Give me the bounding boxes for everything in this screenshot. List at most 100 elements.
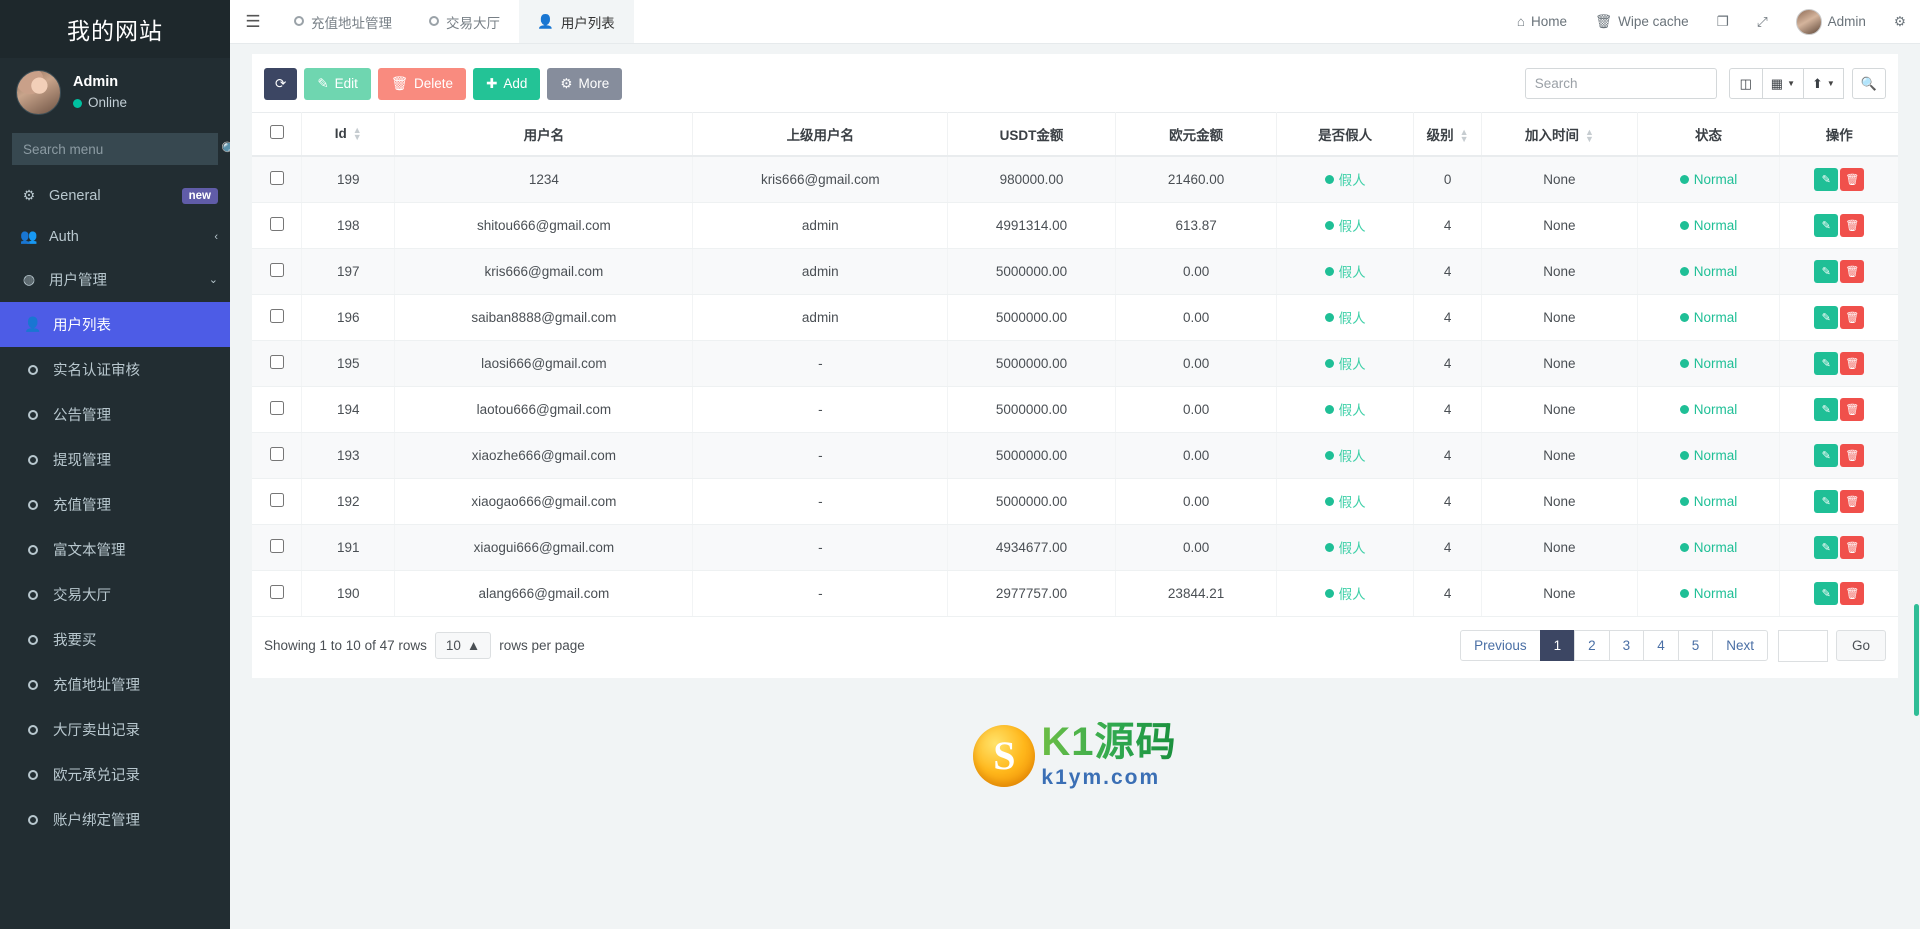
cell-actions[interactable]: ✎🗑 — [1780, 248, 1898, 294]
row-edit-button[interactable]: ✎ — [1814, 214, 1838, 237]
row-checkbox[interactable] — [270, 309, 284, 323]
cell-actions[interactable]: ✎🗑 — [1780, 202, 1898, 248]
select-all-checkbox[interactable] — [270, 125, 284, 139]
search-icon[interactable]: 🔍 — [210, 141, 230, 158]
tab-1[interactable]: 交易大厅 — [411, 0, 519, 43]
sort-icon[interactable]: ▲▼ — [1585, 129, 1594, 143]
row-checkbox[interactable] — [270, 171, 284, 185]
row-checkbox[interactable] — [270, 585, 284, 599]
sidebar-item-0[interactable]: ⚙Generalnew — [0, 175, 230, 216]
page-button-5[interactable]: 5 — [1678, 630, 1714, 661]
row-edit-button[interactable]: ✎ — [1814, 168, 1838, 191]
vertical-scrollbar[interactable] — [1913, 44, 1920, 929]
row-delete-button[interactable]: 🗑 — [1840, 582, 1864, 605]
table-row[interactable]: 1991234kris666@gmail.com980000.0021460.0… — [252, 156, 1898, 203]
cell-check[interactable] — [252, 248, 302, 294]
sidebar-item-3[interactable]: 👤用户列表 — [0, 302, 230, 347]
cell-check[interactable] — [252, 570, 302, 616]
row-delete-button[interactable]: 🗑 — [1840, 536, 1864, 559]
cell-actions[interactable]: ✎🗑 — [1780, 478, 1898, 524]
sidebar-item-1[interactable]: 👥Auth‹ — [0, 216, 230, 257]
cell-check[interactable] — [252, 524, 302, 570]
col-header-joined[interactable]: 加入时间▲▼ — [1482, 112, 1637, 156]
delete-button[interactable]: 🗑 Delete — [378, 68, 466, 100]
sidebar-item-12[interactable]: 大厅卖出记录 — [0, 707, 230, 752]
table-row[interactable]: 195laosi666@gmail.com-5000000.000.00假人4N… — [252, 340, 1898, 386]
hamburger-icon[interactable]: ☰ — [230, 0, 276, 43]
search-input[interactable] — [1525, 68, 1717, 99]
row-checkbox[interactable] — [270, 447, 284, 461]
sidebar-item-5[interactable]: 公告管理 — [0, 392, 230, 437]
row-delete-button[interactable]: 🗑 — [1840, 444, 1864, 467]
row-delete-button[interactable]: 🗑 — [1840, 352, 1864, 375]
row-edit-button[interactable]: ✎ — [1814, 490, 1838, 513]
cell-actions[interactable]: ✎🗑 — [1780, 432, 1898, 478]
cell-check[interactable] — [252, 432, 302, 478]
table-row[interactable]: 196saiban8888@gmail.comadmin5000000.000.… — [252, 294, 1898, 340]
row-delete-button[interactable]: 🗑 — [1840, 306, 1864, 329]
cell-check[interactable] — [252, 340, 302, 386]
row-delete-button[interactable]: 🗑 — [1840, 260, 1864, 283]
row-edit-button[interactable]: ✎ — [1814, 398, 1838, 421]
page-button-2[interactable]: 2 — [1574, 630, 1610, 661]
row-delete-button[interactable]: 🗑 — [1840, 168, 1864, 191]
cell-actions[interactable]: ✎🗑 — [1780, 294, 1898, 340]
col-header-id[interactable]: Id▲▼ — [302, 112, 395, 156]
page-button-next[interactable]: Next — [1712, 630, 1768, 661]
cell-check[interactable] — [252, 156, 302, 203]
col-header-level[interactable]: 级别▲▼ — [1413, 112, 1481, 156]
sidebar-item-6[interactable]: 提现管理 — [0, 437, 230, 482]
page-button-3[interactable]: 3 — [1609, 630, 1645, 661]
tab-2[interactable]: 👤用户列表 — [519, 0, 634, 43]
sidebar-search[interactable]: 🔍 — [12, 133, 218, 165]
per-page-select[interactable]: 10 ▲ — [435, 632, 491, 659]
more-button[interactable]: ⚙ More — [547, 68, 622, 100]
topbar-wipe-cache-button[interactable]: 🗑Wipe cache — [1581, 0, 1703, 44]
page-button-4[interactable]: 4 — [1643, 630, 1679, 661]
table-row[interactable]: 194laotou666@gmail.com-5000000.000.00假人4… — [252, 386, 1898, 432]
sidebar-item-13[interactable]: 欧元承兑记录 — [0, 752, 230, 797]
row-delete-button[interactable]: 🗑 — [1840, 398, 1864, 421]
row-checkbox[interactable] — [270, 493, 284, 507]
goto-page-input[interactable] — [1778, 630, 1828, 662]
row-checkbox[interactable] — [270, 401, 284, 415]
page-button-previous[interactable]: Previous — [1460, 630, 1541, 661]
table-row[interactable]: 190alang666@gmail.com-2977757.0023844.21… — [252, 570, 1898, 616]
sidebar-item-14[interactable]: 账户绑定管理 — [0, 797, 230, 842]
sidebar-item-4[interactable]: 实名认证审核 — [0, 347, 230, 392]
cell-check[interactable] — [252, 294, 302, 340]
row-edit-button[interactable]: ✎ — [1814, 444, 1838, 467]
cell-actions[interactable]: ✎🗑 — [1780, 156, 1898, 203]
sidebar-item-2[interactable]: ◍用户管理⌄ — [0, 257, 230, 302]
brand[interactable]: 我的网站 — [0, 0, 230, 58]
sidebar-item-7[interactable]: 充值管理 — [0, 482, 230, 527]
add-button[interactable]: ✚ Add — [473, 68, 540, 100]
sort-icon[interactable]: ▲▼ — [1460, 129, 1469, 143]
cell-check[interactable] — [252, 386, 302, 432]
scrollbar-thumb[interactable] — [1914, 604, 1919, 716]
sidebar-item-8[interactable]: 富文本管理 — [0, 527, 230, 572]
sidebar-item-10[interactable]: 我要买 — [0, 617, 230, 662]
window-restore-icon[interactable]: ❐ — [1703, 0, 1743, 44]
row-edit-button[interactable]: ✎ — [1814, 260, 1838, 283]
columns-grid-icon[interactable]: ▦▼ — [1762, 68, 1804, 99]
topbar-admin-button[interactable]: Admin — [1782, 0, 1880, 44]
sidebar-item-11[interactable]: 充值地址管理 — [0, 662, 230, 707]
cell-check[interactable] — [252, 478, 302, 524]
expand-arrows-icon[interactable]: ⤢ — [1743, 0, 1782, 44]
cell-actions[interactable]: ✎🗑 — [1780, 340, 1898, 386]
search-menu-input[interactable] — [13, 142, 210, 157]
row-edit-button[interactable]: ✎ — [1814, 306, 1838, 329]
gear-icon[interactable]: ⚙ — [1880, 0, 1920, 44]
row-edit-button[interactable]: ✎ — [1814, 536, 1838, 559]
row-edit-button[interactable]: ✎ — [1814, 582, 1838, 605]
search-icon[interactable]: 🔍 — [1852, 68, 1886, 99]
tab-0[interactable]: 充值地址管理 — [276, 0, 411, 43]
edit-button[interactable]: ✎ Edit — [304, 68, 371, 100]
table-row[interactable]: 198shitou666@gmail.comadmin4991314.00613… — [252, 202, 1898, 248]
cell-actions[interactable]: ✎🗑 — [1780, 524, 1898, 570]
toggle-view-icon[interactable]: ◫ — [1729, 68, 1763, 99]
row-delete-button[interactable]: 🗑 — [1840, 214, 1864, 237]
topbar-home-button[interactable]: ⌂Home — [1503, 0, 1581, 44]
row-edit-button[interactable]: ✎ — [1814, 352, 1838, 375]
